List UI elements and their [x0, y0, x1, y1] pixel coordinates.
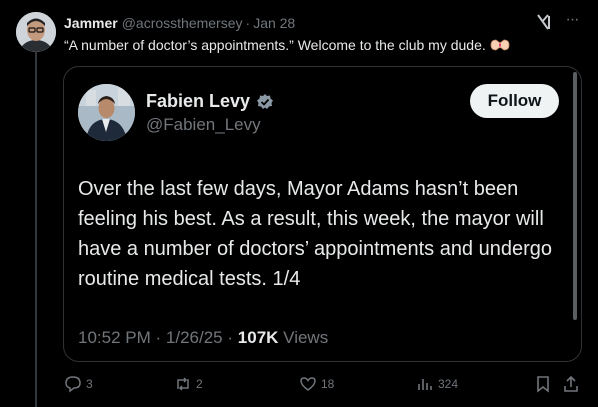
post-text: “A number of doctor’s appointments.” Wel… [64, 37, 486, 53]
views-button[interactable]: 324 [416, 373, 458, 395]
avatar[interactable] [16, 12, 56, 52]
follow-button[interactable]: Follow [470, 84, 559, 118]
separator-dot: · [245, 15, 251, 31]
author-name[interactable]: Jammer [64, 15, 118, 31]
author-handle[interactable]: @acrossthemersey [122, 15, 243, 31]
bookmark-icon [537, 376, 549, 393]
repost-icon [177, 377, 189, 391]
post-date[interactable]: Jan 28 [253, 15, 295, 31]
verified-icon [257, 93, 274, 109]
reply-icon [65, 376, 81, 393]
thread-line [35, 52, 37, 407]
quoted-views-label: Views [283, 328, 329, 347]
views-count: 324 [438, 377, 459, 391]
views-icon [418, 379, 432, 390]
scrollbar[interactable] [573, 72, 577, 320]
like-button[interactable]: 18 [299, 373, 334, 395]
repost-button[interactable]: 2 [174, 373, 203, 395]
post-text-line: “A number of doctor’s appointments.” Wel… [64, 37, 510, 53]
post-header: Jammer @acrossthemersey · Jan 28 [64, 14, 578, 32]
quoted-time[interactable]: 10:52 PM [78, 328, 151, 347]
quoted-date[interactable]: 1/26/25 [166, 328, 223, 347]
quoted-views-count: 107K [237, 328, 279, 347]
share-button[interactable] [562, 373, 580, 395]
repost-count: 2 [196, 377, 203, 391]
reply-count: 3 [86, 377, 93, 391]
quoted-author-name[interactable]: Fabien Levy [146, 91, 274, 112]
bookmark-button[interactable] [534, 373, 552, 395]
quoted-body: Over the last few days, Mayor Adams hasn… [78, 178, 553, 290]
quoted-author-handle[interactable]: @Fabien_Levy [146, 115, 261, 135]
quoted-post-card[interactable]: Fabien Levy @Fabien_Levy Follow Over the… [63, 66, 582, 362]
grok-icon[interactable] [534, 12, 554, 32]
meta-separator-2: · [227, 328, 234, 347]
like-count: 18 [321, 377, 335, 391]
meta-separator: · [155, 328, 162, 347]
quoted-name-text: Fabien Levy [146, 91, 251, 111]
quoted-meta: 10:52 PM · 1/26/25 · 107K Views [78, 328, 328, 348]
like-icon [300, 377, 316, 391]
action-bar: 3 2 18 324 [64, 373, 584, 395]
share-icon [564, 375, 578, 392]
heart-hands-icon [490, 39, 510, 51]
reply-button[interactable]: 3 [64, 373, 93, 395]
more-icon[interactable]: ··· [562, 12, 582, 32]
quoted-avatar[interactable] [78, 84, 135, 141]
